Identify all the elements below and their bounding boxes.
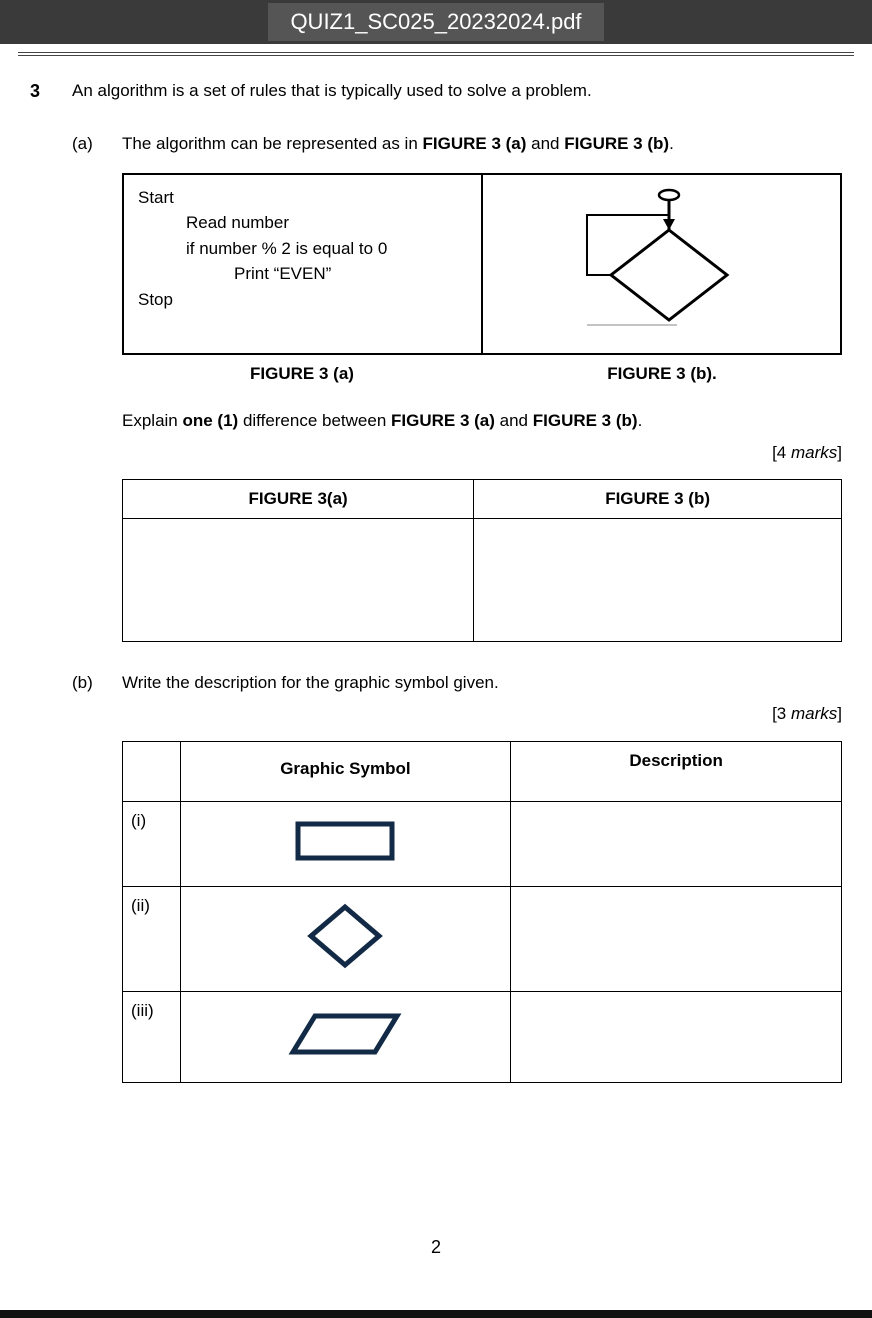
answer-cell-a[interactable] <box>123 518 474 641</box>
pseudo-line: Stop <box>138 287 467 313</box>
figure-3b-cell <box>483 175 840 353</box>
figure-ref-b: FIGURE 3 (b) <box>533 411 638 430</box>
part-b-text: Write the description for the graphic sy… <box>122 670 842 696</box>
pseudo-line: Read number <box>138 210 467 236</box>
part-a-marks: [4 marks] <box>122 440 842 466</box>
table-row: (iii) <box>123 992 842 1083</box>
top-rule <box>18 52 854 56</box>
part-b-body: Write the description for the graphic sy… <box>122 670 842 1084</box>
row-num: (iii) <box>123 992 181 1083</box>
pdf-filename: QUIZ1_SC025_20232024.pdf <box>268 3 603 41</box>
row-num: (i) <box>123 802 181 887</box>
page-number: 2 <box>0 1237 872 1258</box>
answer-head-b: FIGURE 3 (b) <box>474 480 842 519</box>
symbol-cell <box>180 802 511 887</box>
part-a-label: (a) <box>72 131 122 157</box>
table-row: (ii) <box>123 887 842 992</box>
symbol-head-blank <box>123 741 181 802</box>
symbol-cell <box>180 992 511 1083</box>
pseudo-line: Start <box>138 185 467 211</box>
flowchart-diamond-loop-icon <box>577 185 747 335</box>
question-number: 3 <box>30 78 72 105</box>
caption-3b: FIGURE 3 (b). <box>482 361 842 387</box>
question-stem: An algorithm is a set of rules that is t… <box>72 78 842 104</box>
bottom-bar <box>0 1310 872 1318</box>
text: Explain <box>122 411 182 430</box>
part-a-explain: Explain one (1) difference between FIGUR… <box>122 408 842 434</box>
figure-box: Start Read number if number % 2 is equal… <box>122 173 842 355</box>
content: 3 An algorithm is a set of rules that is… <box>0 78 872 1083</box>
text: . <box>638 411 643 430</box>
pdf-titlebar: QUIZ1_SC025_20232024.pdf <box>0 0 872 44</box>
part-a-body: The algorithm can be represented as in F… <box>122 131 842 642</box>
page: 3 An algorithm is a set of rules that is… <box>0 52 872 1318</box>
text: and <box>526 134 564 153</box>
symbol-table: Graphic Symbol Description (i) (ii <box>122 741 842 1084</box>
desc-cell[interactable] <box>511 887 842 992</box>
desc-cell[interactable] <box>511 802 842 887</box>
pseudo-line: if number % 2 is equal to 0 <box>138 236 467 262</box>
figure-captions: FIGURE 3 (a) FIGURE 3 (b). <box>122 361 842 387</box>
symbol-cell <box>180 887 511 992</box>
text-bold: one (1) <box>182 411 238 430</box>
answer-cell-b[interactable] <box>474 518 842 641</box>
part-b-label: (b) <box>72 670 122 696</box>
symbol-head-desc: Description <box>511 741 842 802</box>
pseudo-line: Print “EVEN” <box>138 261 467 287</box>
part-b: (b) Write the description for the graphi… <box>72 670 842 1084</box>
figure-3a-cell: Start Read number if number % 2 is equal… <box>124 175 483 353</box>
pseudocode: Start Read number if number % 2 is equal… <box>138 185 467 313</box>
part-a-intro: The algorithm can be represented as in F… <box>122 131 842 157</box>
caption-3a: FIGURE 3 (a) <box>122 361 482 387</box>
desc-cell[interactable] <box>511 992 842 1083</box>
row-num: (ii) <box>123 887 181 992</box>
text: . <box>669 134 674 153</box>
process-rectangle-icon <box>290 816 400 866</box>
table-row: (i) <box>123 802 842 887</box>
answer-table-a: FIGURE 3(a) FIGURE 3 (b) <box>122 479 842 642</box>
io-parallelogram-icon <box>285 1006 405 1062</box>
figure-ref-b: FIGURE 3 (b) <box>564 134 669 153</box>
text: difference between <box>238 411 391 430</box>
question-row: 3 An algorithm is a set of rules that is… <box>30 78 842 105</box>
symbol-head-symbol: Graphic Symbol <box>180 741 511 802</box>
figure-ref-a: FIGURE 3 (a) <box>423 134 527 153</box>
text: and <box>495 411 533 430</box>
answer-head-a: FIGURE 3(a) <box>123 480 474 519</box>
part-b-marks: [3 marks] <box>122 701 842 727</box>
text: The algorithm can be represented as in <box>122 134 423 153</box>
decision-diamond-icon <box>305 901 385 971</box>
part-a: (a) The algorithm can be represented as … <box>72 131 842 642</box>
figure-ref-a: FIGURE 3 (a) <box>391 411 495 430</box>
